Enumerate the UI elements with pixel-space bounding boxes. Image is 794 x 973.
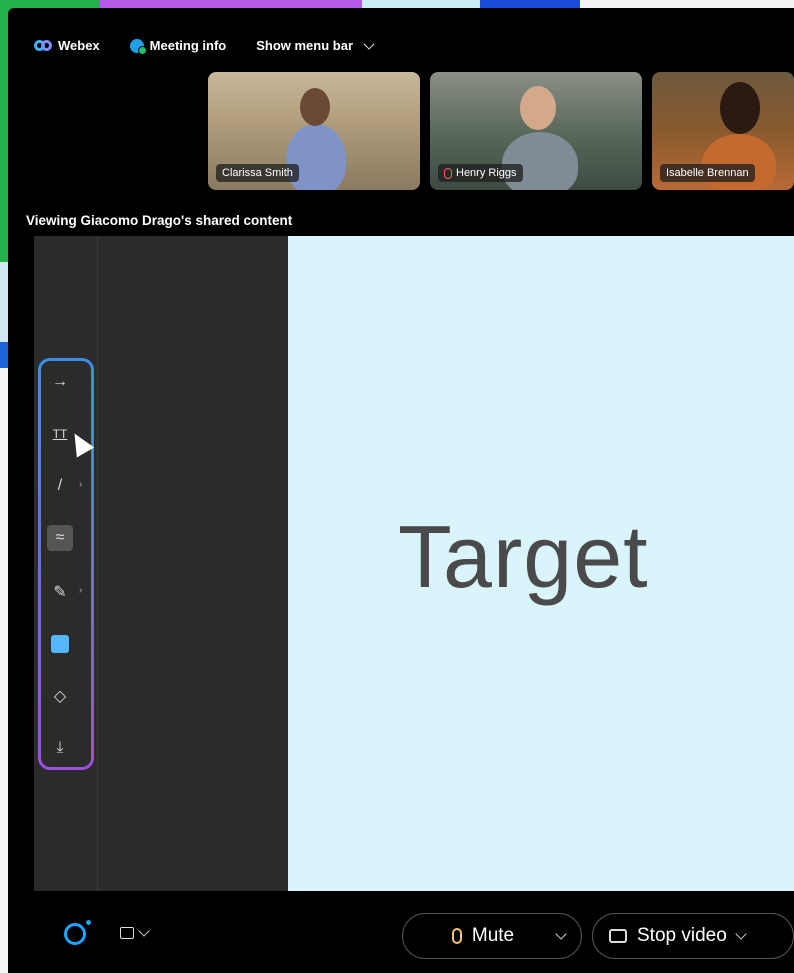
chevron-down-icon <box>138 925 150 937</box>
annotation-toolbar: → TT / › ≈ ✎ › ◇ ⤓ <box>38 358 94 770</box>
eraser-icon[interactable]: ◇ <box>47 683 73 709</box>
webex-assistant-icon[interactable] <box>64 920 91 945</box>
participant-avatar <box>720 82 760 134</box>
webex-menu[interactable]: Webex <box>34 38 100 53</box>
participant-name-tag: Isabelle Brennan <box>660 164 755 182</box>
arrow-right-icon[interactable]: → <box>47 369 73 395</box>
color-swatch-button[interactable] <box>47 631 73 657</box>
participant-name-tag: Clarissa Smith <box>216 164 299 182</box>
participant-video-tile[interactable]: Clarissa Smith <box>208 72 420 190</box>
meeting-info-button[interactable]: Meeting info <box>129 38 227 55</box>
participant-video-tile[interactable]: Isabelle Brennan <box>652 72 794 190</box>
microphone-icon <box>451 928 462 944</box>
show-menu-bar-button[interactable]: Show menu bar <box>256 37 375 53</box>
meeting-info-icon <box>129 38 147 55</box>
participant-name: Isabelle Brennan <box>666 167 749 179</box>
canvas-text: Target <box>398 507 649 606</box>
chevron-right-icon[interactable]: › <box>79 585 82 596</box>
chevron-down-icon[interactable] <box>735 928 747 940</box>
camera-icon <box>609 929 627 943</box>
top-menu-bar: Webex Meeting info Show menu bar <box>34 37 375 55</box>
pencil-icon[interactable]: ✎ <box>47 579 73 605</box>
webex-menu-label: Webex <box>58 38 100 53</box>
participant-avatar <box>520 86 556 130</box>
participant-name-tag: Henry Riggs <box>438 164 523 182</box>
share-status-text: Viewing Giacomo Drago's shared content <box>26 213 293 228</box>
mute-button[interactable]: Mute <box>402 913 582 959</box>
save-download-icon[interactable]: ⤓ <box>47 735 73 761</box>
chevron-down-icon <box>363 37 375 50</box>
chevron-down-icon[interactable] <box>555 928 567 940</box>
shared-canvas: Target <box>288 236 794 892</box>
shared-content-area: → TT / › ≈ ✎ › ◇ ⤓ Target <box>34 236 794 892</box>
meeting-info-label: Meeting info <box>149 38 227 53</box>
webex-logo-icon <box>34 39 52 53</box>
stop-video-button[interactable]: Stop video <box>592 913 794 959</box>
webex-meeting-window: Webex Meeting info Show menu bar Clariss… <box>8 8 794 973</box>
participant-avatar <box>300 88 330 126</box>
chevron-right-icon[interactable]: › <box>79 479 82 490</box>
captions-button[interactable] <box>120 925 150 939</box>
participant-name: Clarissa Smith <box>222 167 293 179</box>
highlighter-icon[interactable]: ≈ <box>47 525 73 551</box>
line-tool-icon[interactable]: / <box>47 473 73 499</box>
participant-video-tile[interactable]: Henry Riggs <box>430 72 642 190</box>
show-menu-bar-label: Show menu bar <box>256 38 354 53</box>
color-swatch-icon <box>51 635 69 653</box>
mute-label: Mute <box>471 925 515 946</box>
mic-muted-icon <box>444 167 452 179</box>
captions-icon <box>120 927 134 939</box>
meeting-controls-bar: Mute Stop video <box>8 891 794 973</box>
stop-video-label: Stop video <box>637 925 727 946</box>
participant-name: Henry Riggs <box>456 167 517 179</box>
